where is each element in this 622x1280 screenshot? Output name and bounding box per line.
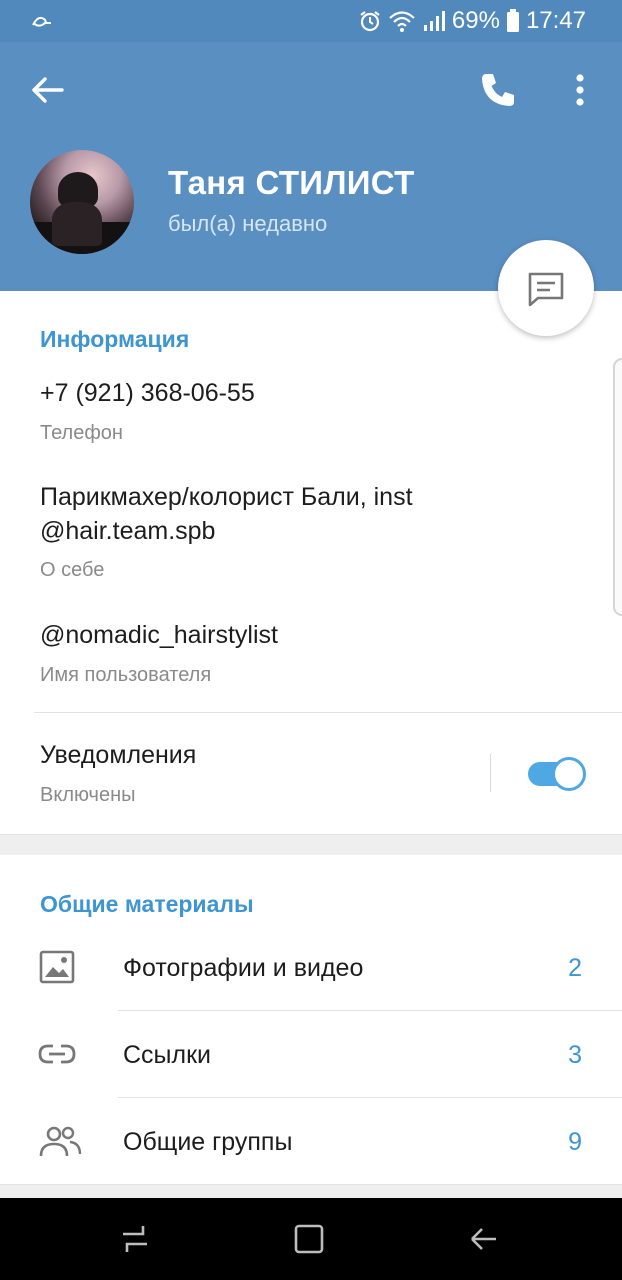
edge-panel-handle[interactable]	[613, 358, 622, 616]
contact-last-seen: был(а) недавно	[168, 211, 328, 236]
status-bar: 69% 17:47	[0, 0, 622, 42]
shared-photos-label: Фотографии и видео	[123, 954, 364, 982]
clock: 17:47	[525, 7, 586, 34]
notifications-toggle[interactable]	[528, 757, 586, 791]
shared-section-title: Общие материалы	[40, 891, 254, 917]
battery-icon	[506, 9, 519, 32]
notifications-status: Включены	[40, 784, 136, 806]
home-icon[interactable]	[292, 1222, 326, 1256]
link-icon	[38, 1044, 76, 1064]
section-gap	[0, 834, 622, 855]
status-icons: 69% 17:47	[358, 6, 586, 36]
bio-label: О себе	[40, 559, 105, 581]
shared-photos-row[interactable]: Фотографии и видео 2	[0, 924, 622, 1010]
bio-line-1[interactable]: Парикмахер/колорист Бали, inst	[40, 480, 560, 514]
avatar-photo-figure	[52, 202, 102, 246]
more-vertical-icon[interactable]	[566, 70, 594, 110]
info-section-title: Информация	[40, 326, 190, 352]
system-nav-bar	[0, 1198, 622, 1280]
divider	[34, 712, 622, 713]
wifi-icon	[389, 11, 415, 32]
alarm-icon	[360, 11, 380, 32]
shared-groups-label: Общие группы	[123, 1128, 293, 1156]
contact-name: Таня СТИЛИСТ	[168, 164, 415, 201]
send-message-button[interactable]	[498, 240, 594, 336]
recent-apps-icon[interactable]	[118, 1222, 152, 1256]
shared-photos-count: 2	[568, 954, 582, 982]
signal-icon	[423, 11, 445, 31]
app-notification-icon	[32, 16, 51, 27]
back-arrow-icon[interactable]	[28, 70, 68, 110]
username[interactable]: @nomadic_hairstylist	[40, 618, 560, 652]
shared-links-row[interactable]: Ссылки 3	[0, 1011, 622, 1097]
shared-links-count: 3	[568, 1041, 582, 1069]
toggle-knob	[552, 757, 586, 791]
username-label: Имя пользователя	[40, 664, 212, 686]
battery-percent: 69%	[451, 7, 500, 34]
shared-groups-row[interactable]: Общие группы 9	[0, 1098, 622, 1184]
phone-number[interactable]: +7 (921) 368-06-55	[40, 376, 560, 410]
message-icon	[528, 272, 564, 307]
image-icon	[39, 950, 75, 984]
avatar[interactable]	[30, 150, 134, 254]
bio-line-2[interactable]: @hair.team.spb	[40, 514, 560, 548]
notifications-title[interactable]: Уведомления	[40, 738, 560, 772]
shared-links-label: Ссылки	[123, 1041, 212, 1069]
phone-icon[interactable]	[478, 70, 518, 110]
back-icon[interactable]	[466, 1222, 500, 1256]
phone-label: Телефон	[40, 422, 123, 444]
section-gap	[0, 1184, 622, 1198]
group-icon	[39, 1126, 82, 1157]
toggle-separator	[490, 754, 491, 792]
shared-groups-count: 9	[568, 1128, 582, 1156]
